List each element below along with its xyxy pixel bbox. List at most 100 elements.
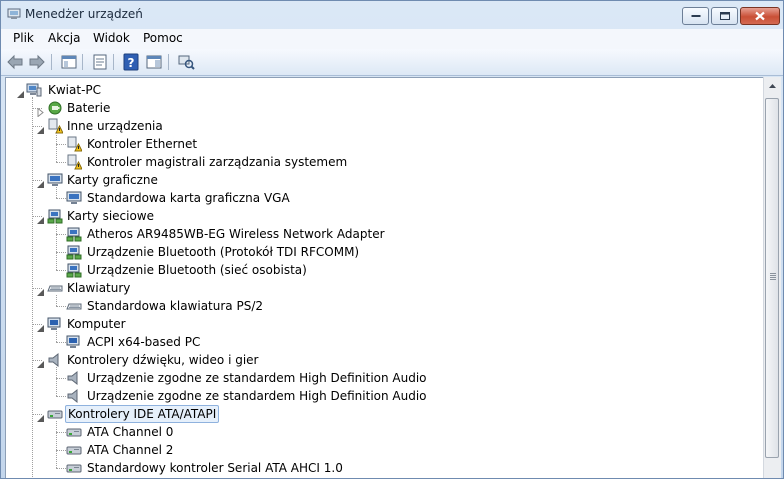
title-bar[interactable]: Menedżer urządzeń (1, 1, 783, 29)
close-button[interactable] (740, 7, 780, 25)
computer-icon (66, 334, 82, 350)
back-icon[interactable] (6, 53, 24, 71)
vertical-scrollbar[interactable] (763, 77, 781, 478)
tree-item-label: ATA Channel 0 (87, 425, 174, 439)
collapse-arrow-icon[interactable] (36, 176, 45, 188)
sound-icon (66, 388, 82, 404)
tree-connector-line (56, 223, 57, 270)
tree-item-label: ACPI x64-based PC (87, 335, 201, 349)
collapse-arrow-icon[interactable] (16, 86, 25, 98)
ide-controller-icon (47, 406, 63, 422)
maximize-button[interactable] (711, 7, 738, 25)
tree-category[interactable]: Klawiatury (6, 279, 756, 297)
help-icon[interactable]: ? (122, 53, 140, 71)
keyboard-icon (47, 280, 63, 296)
tree-connector-line (56, 331, 57, 342)
tree-item-label: Kontroler magistrali zarządzania systeme… (87, 155, 348, 169)
tree-device[interactable]: ACPI x64-based PC (6, 333, 756, 351)
toolbar-separator (168, 54, 169, 70)
properties-icon[interactable] (91, 53, 109, 71)
tree-device[interactable]: Standardowa karta graficzna VGA (6, 189, 756, 207)
toolbar: ? (1, 49, 783, 76)
menu-file[interactable]: Plik (13, 31, 34, 45)
tree-item-label: Inne urządzenia (67, 119, 163, 133)
tree-connector-line (56, 367, 57, 396)
tree-connector-line (56, 133, 57, 162)
close-icon (755, 11, 765, 21)
tree-device[interactable]: Standardowy kontroler Serial ATA AHCI 1.… (6, 459, 756, 477)
collapse-arrow-icon[interactable] (36, 284, 45, 296)
collapse-arrow-icon[interactable] (36, 212, 45, 224)
sound-icon (47, 352, 63, 368)
tree-device[interactable]: Standardowa klawiatura PS/2 (6, 297, 756, 315)
tree-connector-line (56, 187, 57, 198)
device-tree-panel[interactable]: Kwiat-PC Baterie Inne urządzenia Kontroler … (5, 77, 764, 478)
forward-icon[interactable] (28, 53, 46, 71)
ide-channel-icon (66, 424, 82, 440)
tree-device[interactable]: Atheros AR9485WB-EG Wireless Network Ada… (6, 225, 756, 243)
collapse-arrow-icon[interactable] (36, 320, 45, 332)
tree-item-label: Atheros AR9485WB-EG Wireless Network Ada… (87, 227, 385, 241)
collapse-arrow-icon[interactable] (36, 410, 45, 422)
menu-help[interactable]: Pomoc (143, 31, 183, 45)
tree-connector-line (32, 97, 33, 478)
tree-connector-line (56, 421, 57, 468)
tree-item-label: Komputer (67, 317, 126, 331)
minimize-button[interactable] (682, 7, 709, 25)
tree-item-label: Urządzenie zgodne ze standardem High Def… (87, 389, 427, 403)
toolbar-separator (113, 54, 114, 70)
tree-category[interactable]: Kontrolery IDE ATA/ATAPI (6, 405, 756, 423)
tree-category[interactable]: Inne urządzenia (6, 117, 756, 135)
collapse-arrow-icon[interactable] (36, 122, 45, 134)
tree-category[interactable]: Karty graficzne (6, 171, 756, 189)
tree-item-label: ATA Channel 2 (87, 443, 174, 457)
scroll-up-button[interactable] (764, 77, 781, 94)
display-adapter-icon (47, 172, 63, 188)
svg-text:?: ? (128, 56, 135, 70)
tree-category[interactable]: Baterie (6, 99, 756, 118)
action-pane-icon[interactable] (145, 53, 163, 71)
tree-device[interactable]: Urządzenie zgodne ze standardem High Def… (6, 387, 756, 405)
tree-item-label: Karty graficzne (67, 173, 158, 187)
scan-hardware-icon[interactable] (177, 53, 195, 71)
computer-icon (47, 316, 63, 332)
device-manager-icon (7, 8, 21, 19)
tree-device[interactable]: Urządzenie Bluetooth (sieć osobista) (6, 261, 756, 279)
keyboard-icon (66, 298, 82, 314)
maximize-icon (719, 12, 730, 20)
tree-root-computer[interactable]: Kwiat-PC (6, 81, 756, 99)
menu-view[interactable]: Widok (93, 31, 130, 45)
tree-category[interactable]: Karty sieciowe (6, 207, 756, 225)
tree-device[interactable]: ATA Channel 0 (6, 423, 756, 441)
device-manager-window: Menedżer urządzeń Plik Akcja Widok Pomoc (0, 0, 784, 479)
battery-icon (47, 100, 63, 116)
tree-category[interactable]: Komputer (6, 315, 756, 333)
expand-arrow-icon[interactable] (36, 104, 45, 118)
scroll-thumb[interactable] (765, 98, 779, 458)
console-tree-icon[interactable] (60, 53, 78, 71)
display-adapter-icon (66, 190, 82, 206)
tree-item-label: Klawiatury (67, 281, 131, 295)
warning-device-icon (66, 154, 83, 170)
tree-item-label: Karty sieciowe (67, 209, 155, 223)
menu-action[interactable]: Akcja (48, 31, 80, 45)
tree-device[interactable]: Kontroler magistrali zarządzania systeme… (6, 153, 756, 171)
tree-item-label: Kontrolery dźwięku, wideo i gier (67, 353, 259, 367)
tree-item-label: Urządzenie zgodne ze standardem High Def… (87, 371, 427, 385)
ide-channel-icon (66, 460, 82, 476)
tree-device[interactable]: Urządzenie Bluetooth (Protokół TDI RFCOM… (6, 243, 756, 261)
tree-category[interactable]: Kontrolery dźwięku, wideo i gier (6, 351, 756, 369)
network-adapter-icon (66, 262, 82, 278)
minimize-icon (691, 15, 700, 17)
tree-device[interactable]: ATA Channel 2 (6, 441, 756, 459)
window-title: Menedżer urządzeń (25, 7, 143, 21)
tree-item-label: Urządzenie Bluetooth (Protokół TDI RFCOM… (87, 245, 360, 259)
sound-icon (66, 370, 82, 386)
network-adapter-icon (66, 244, 82, 260)
tree-device[interactable]: Urządzenie zgodne ze standardem High Def… (6, 369, 756, 387)
collapse-arrow-icon[interactable] (36, 356, 45, 368)
tree-item-label: Standardowa karta graficzna VGA (87, 191, 290, 205)
ide-channel-icon (66, 442, 82, 458)
tree-item-label: Baterie (67, 101, 111, 115)
tree-device[interactable]: Kontroler Ethernet (6, 135, 756, 153)
